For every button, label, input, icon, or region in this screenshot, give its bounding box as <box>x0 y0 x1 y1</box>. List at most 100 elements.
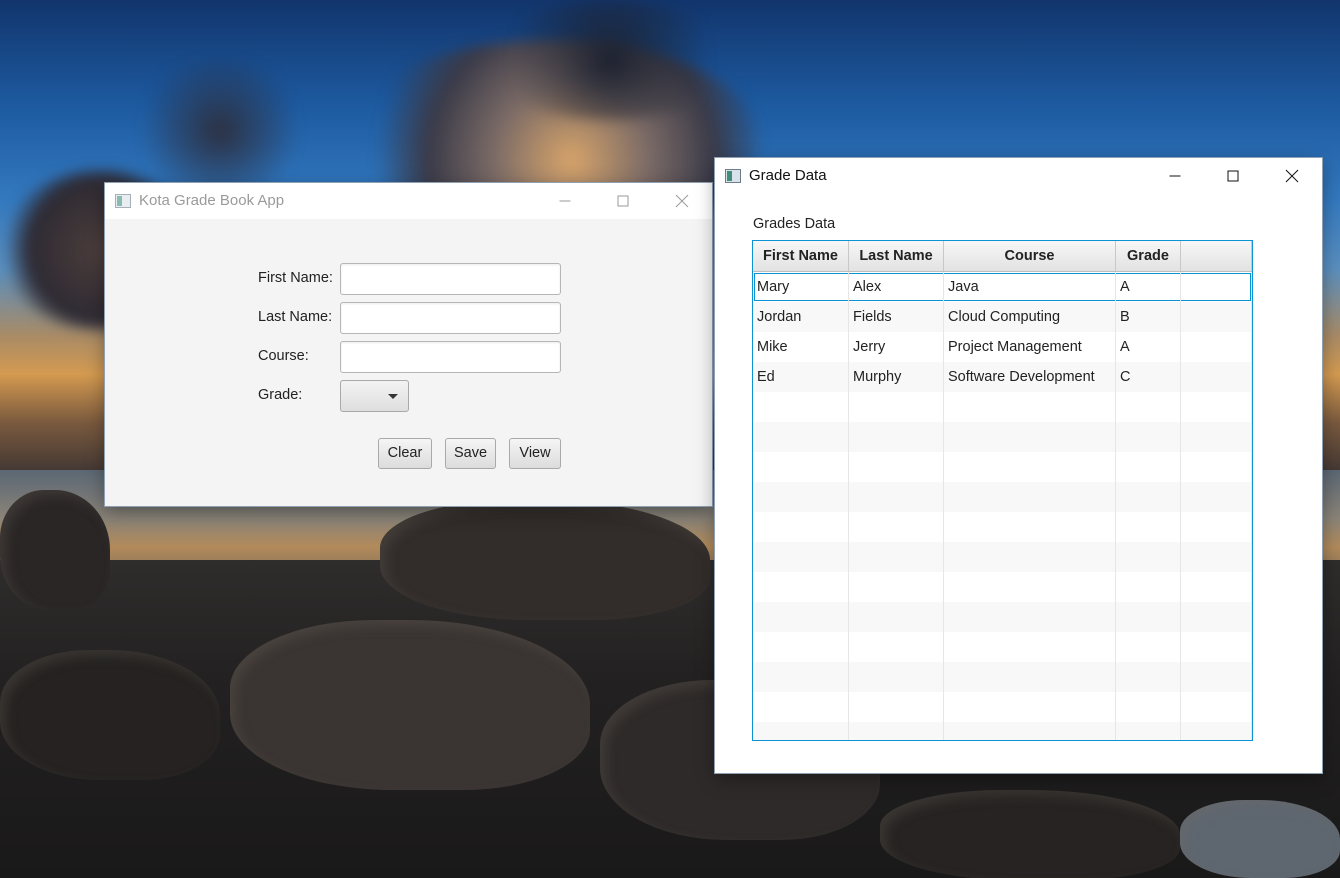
table-cell-first-name: Jordan <box>753 302 849 332</box>
course-field[interactable] <box>340 341 561 373</box>
table-cell-grade <box>1116 722 1181 740</box>
table-cell-first-name <box>753 512 849 542</box>
empty-table-row[interactable] <box>753 482 1252 512</box>
table-cell-last-name <box>849 452 944 482</box>
grade-label: Grade: <box>258 387 303 403</box>
table-cell-last-name: Murphy <box>849 362 944 392</box>
save-button[interactable]: Save <box>445 438 496 469</box>
table-cell-grade <box>1116 692 1181 722</box>
close-button[interactable] <box>1263 158 1321 194</box>
empty-table-row[interactable] <box>753 392 1252 422</box>
table-cell-first-name <box>753 692 849 722</box>
column-header-course[interactable]: Course <box>944 241 1116 271</box>
column-header-first-name[interactable]: First Name <box>753 241 849 271</box>
table-row[interactable]: Jordan Fields Cloud Computing B <box>753 302 1252 332</box>
first-name-label: First Name: <box>258 270 333 286</box>
minimize-button[interactable] <box>1146 158 1204 194</box>
title-bar[interactable]: Kota Grade Book App <box>105 183 712 219</box>
empty-table-row[interactable] <box>753 542 1252 572</box>
view-button[interactable]: View <box>509 438 561 469</box>
table-cell-extra <box>1181 482 1252 512</box>
maximize-button[interactable] <box>1204 158 1262 194</box>
table-cell-last-name <box>849 632 944 662</box>
table-cell-first-name <box>753 542 849 572</box>
table-cell-grade <box>1116 572 1181 602</box>
empty-table-row[interactable] <box>753 602 1252 632</box>
table-cell-last-name <box>849 722 944 740</box>
empty-table-row[interactable] <box>753 452 1252 482</box>
column-header-extra[interactable] <box>1181 241 1252 271</box>
table-cell-course <box>944 722 1116 740</box>
table-cell-first-name <box>753 722 849 740</box>
table-cell-extra <box>1181 452 1252 482</box>
table-cell-course: Cloud Computing <box>944 302 1116 332</box>
table-cell-grade <box>1116 662 1181 692</box>
table-cell-first-name <box>753 452 849 482</box>
table-cell-last-name <box>849 392 944 422</box>
maximize-icon <box>1227 170 1239 182</box>
table-cell-extra <box>1181 422 1252 452</box>
java-app-icon <box>725 169 741 183</box>
table-cell-grade <box>1116 422 1181 452</box>
grade-book-window: Kota Grade Book App First Name: Last Nam… <box>105 183 712 506</box>
table-cell-last-name: Alex <box>849 272 944 302</box>
column-header-last-name[interactable]: Last Name <box>849 241 944 271</box>
empty-table-row[interactable] <box>753 632 1252 662</box>
table-cell-first-name <box>753 602 849 632</box>
table-row[interactable]: Mary Alex Java A <box>753 272 1252 302</box>
table-cell-last-name <box>849 422 944 452</box>
table-cell-last-name <box>849 482 944 512</box>
maximize-button[interactable] <box>594 183 652 219</box>
table-cell-extra <box>1181 272 1252 302</box>
close-icon <box>675 194 690 209</box>
title-bar[interactable]: Grade Data <box>715 158 1322 194</box>
table-cell-grade: A <box>1116 332 1181 362</box>
clear-button[interactable]: Clear <box>378 438 432 469</box>
minimize-icon <box>559 200 571 202</box>
empty-table-row[interactable] <box>753 662 1252 692</box>
table-cell-last-name <box>849 512 944 542</box>
table-cell-first-name <box>753 632 849 662</box>
table-cell-course <box>944 452 1116 482</box>
table-cell-course: Software Development <box>944 362 1116 392</box>
table-cell-grade <box>1116 602 1181 632</box>
table-cell-course: Java <box>944 272 1116 302</box>
table-cell-last-name: Jerry <box>849 332 944 362</box>
table-cell-grade <box>1116 482 1181 512</box>
table-cell-extra <box>1181 572 1252 602</box>
grade-data-window: Grade Data Grades Data First Name Last Na… <box>715 158 1322 773</box>
grade-combo-box[interactable] <box>340 380 409 412</box>
table-cell-extra <box>1181 662 1252 692</box>
table-cell-first-name <box>753 482 849 512</box>
empty-table-row[interactable] <box>753 722 1252 740</box>
empty-table-row[interactable] <box>753 512 1252 542</box>
table-cell-first-name: Ed <box>753 362 849 392</box>
table-row[interactable]: Mike Jerry Project Management A <box>753 332 1252 362</box>
table-cell-last-name <box>849 542 944 572</box>
window-title: Kota Grade Book App <box>139 192 285 209</box>
table-cell-grade: A <box>1116 272 1181 302</box>
table-cell-last-name <box>849 662 944 692</box>
table-cell-course <box>944 542 1116 572</box>
close-button[interactable] <box>653 183 711 219</box>
table-body[interactable]: Mary Alex Java A Jordan Fields Cloud Computing… <box>753 272 1252 740</box>
table-row[interactable]: Ed Murphy Software Development C <box>753 362 1252 392</box>
last-name-field[interactable] <box>340 302 561 334</box>
last-name-label: Last Name: <box>258 309 333 325</box>
table-cell-extra <box>1181 302 1252 332</box>
table-cell-grade <box>1116 512 1181 542</box>
first-name-field[interactable] <box>340 263 561 295</box>
table-cell-extra <box>1181 692 1252 722</box>
table-cell-extra <box>1181 332 1252 362</box>
empty-table-row[interactable] <box>753 572 1252 602</box>
empty-table-row[interactable] <box>753 422 1252 452</box>
column-header-grade[interactable]: Grade <box>1116 241 1181 271</box>
table-cell-last-name <box>849 602 944 632</box>
minimize-button[interactable] <box>536 183 594 219</box>
grades-table[interactable]: First Name Last Name Course Grade Mary Alex J… <box>752 240 1253 741</box>
table-cell-first-name: Mary <box>753 272 849 302</box>
table-cell-grade <box>1116 452 1181 482</box>
window-title: Grade Data <box>749 167 827 184</box>
empty-table-row[interactable] <box>753 692 1252 722</box>
table-header: First Name Last Name Course Grade <box>753 241 1252 272</box>
